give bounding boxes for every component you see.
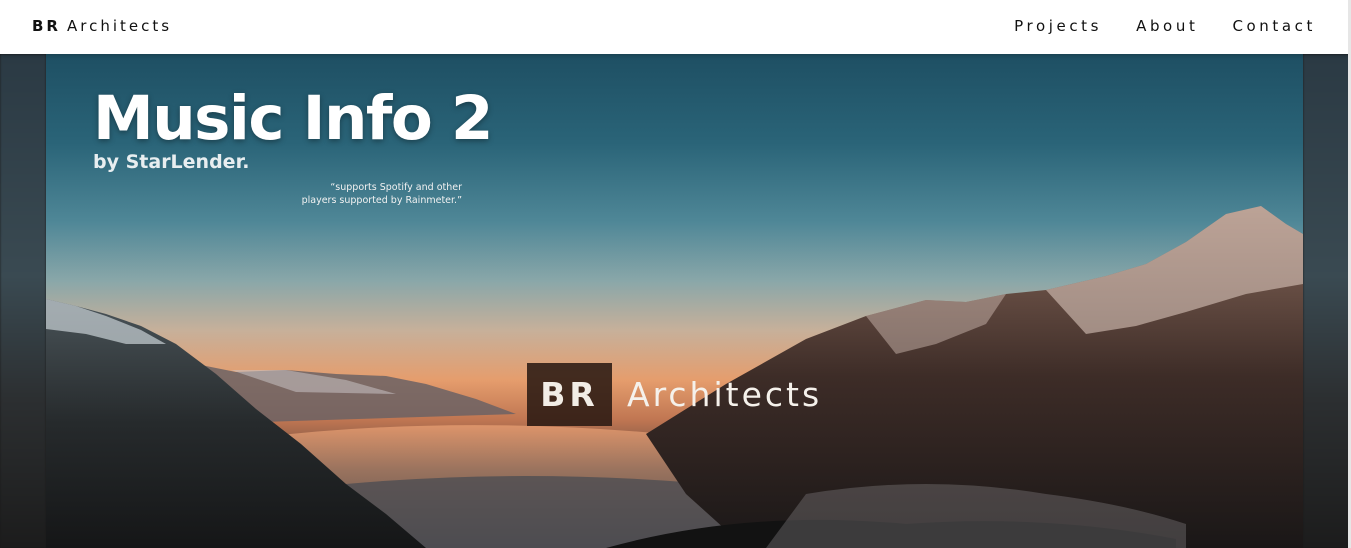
brand-text: Architects — [66, 17, 173, 35]
title-block: Music Info 2 by StarLender. — [93, 83, 494, 174]
center-logo-box: BR — [527, 363, 612, 426]
navbar: BR Architects Projects About Contact — [0, 0, 1351, 54]
hero-section: Music Info 2 by StarLender. “supports Sp… — [0, 54, 1351, 548]
nav-link-projects[interactable]: Projects — [1014, 17, 1102, 35]
brand-bold: BR — [32, 17, 61, 35]
brand-logo-link[interactable]: BR Architects — [32, 17, 172, 35]
center-logo-text: Architects — [627, 375, 823, 414]
hero-quote-line2: players supported by Rainmeter.” — [301, 195, 462, 206]
center-logo: BR Architects — [527, 363, 822, 426]
hero-edge-right — [1303, 54, 1351, 548]
hero-quote: “supports Spotify and other players supp… — [280, 181, 462, 207]
nav-link-contact[interactable]: Contact — [1232, 17, 1316, 35]
hero-byline: by StarLender. — [93, 151, 250, 173]
nav-link-about[interactable]: About — [1136, 17, 1198, 35]
hero-edge-left — [0, 54, 46, 548]
hero-quote-line1: “supports Spotify and other — [330, 182, 462, 193]
hero-title: Music Info 2 — [93, 83, 494, 154]
nav-links: Projects About Contact — [1014, 17, 1316, 35]
